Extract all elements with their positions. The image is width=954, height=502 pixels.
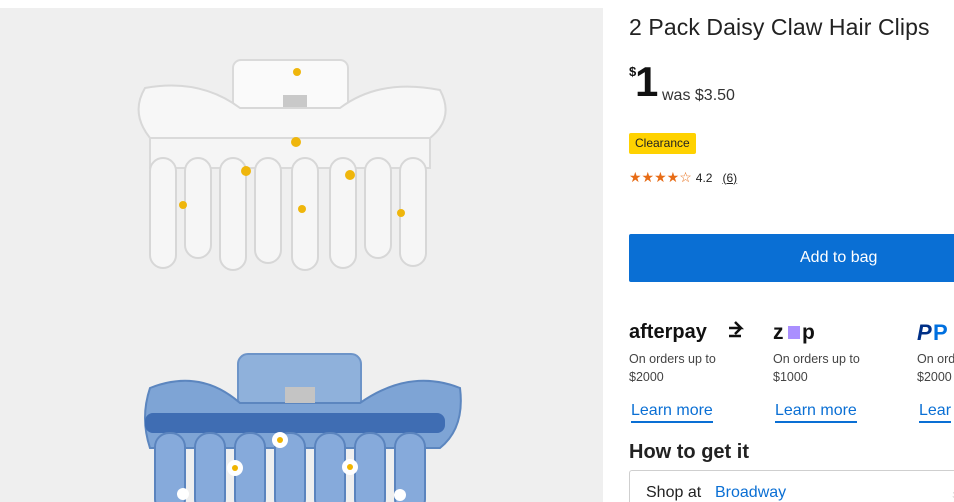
add-to-bag-button[interactable]: Add to bag (629, 234, 954, 282)
rating-value: 4.2 (695, 170, 713, 185)
rating[interactable]: ★★★★☆ 4.2 (6) (629, 169, 737, 186)
paypal-logo: P P (917, 316, 954, 348)
was-price: was $3.50 (662, 87, 735, 104)
svg-text:afterpay: afterpay (629, 321, 708, 343)
svg-text:z: z (773, 321, 784, 344)
zip-learn-more[interactable]: Learn more (775, 402, 857, 423)
product-image[interactable] (0, 8, 603, 502)
zip-icon: z p (773, 321, 815, 344)
svg-text:P: P (917, 320, 932, 345)
svg-text:P: P (933, 320, 948, 345)
reviews-link[interactable]: (6) (722, 171, 737, 185)
shop-at-store-option[interactable]: Shop at Broadway 激活 (629, 470, 954, 502)
zip-logo: z p (773, 316, 913, 348)
afterpay-icon: afterpay (629, 321, 745, 343)
shop-at-label: Shop at (646, 484, 702, 501)
payment-paypal: P P On ord $2000 Lear (917, 316, 954, 423)
product-details-panel: 2 Pack Daisy Claw Hair Clips $ 1 was $3.… (629, 0, 954, 502)
zip-desc-1: On orders up to (773, 352, 860, 366)
paypal-learn-more[interactable]: Lear (919, 402, 952, 423)
payment-afterpay: afterpay On orders up to $2000 Learn mor… (629, 316, 769, 423)
add-to-bag-label: Add to bag (800, 249, 878, 266)
afterpay-desc-2: $2000 (629, 370, 664, 384)
hair-clips-illustration (0, 8, 603, 502)
paypal-desc-2: $2000 (917, 370, 952, 384)
svg-text:p: p (802, 321, 815, 344)
afterpay-learn-more[interactable]: Learn more (631, 402, 713, 423)
star-rating-icon: ★★★★☆ (629, 169, 692, 185)
how-to-get-it-heading: How to get it (629, 441, 749, 463)
paypal-icon: P P (917, 320, 948, 345)
price-amount: 1 (635, 58, 659, 105)
store-link[interactable]: Broadway (715, 484, 786, 502)
afterpay-logo: afterpay (629, 316, 769, 348)
paypal-desc-1: On ord (917, 352, 954, 366)
product-title: 2 Pack Daisy Claw Hair Clips (629, 14, 930, 40)
clearance-badge: Clearance (629, 133, 696, 154)
zip-desc-2: $1000 (773, 370, 808, 384)
afterpay-desc-1: On orders up to (629, 352, 716, 366)
clear-claw-clip (137, 59, 447, 271)
payment-zip: z p On orders up to $1000 Learn more (773, 316, 913, 423)
